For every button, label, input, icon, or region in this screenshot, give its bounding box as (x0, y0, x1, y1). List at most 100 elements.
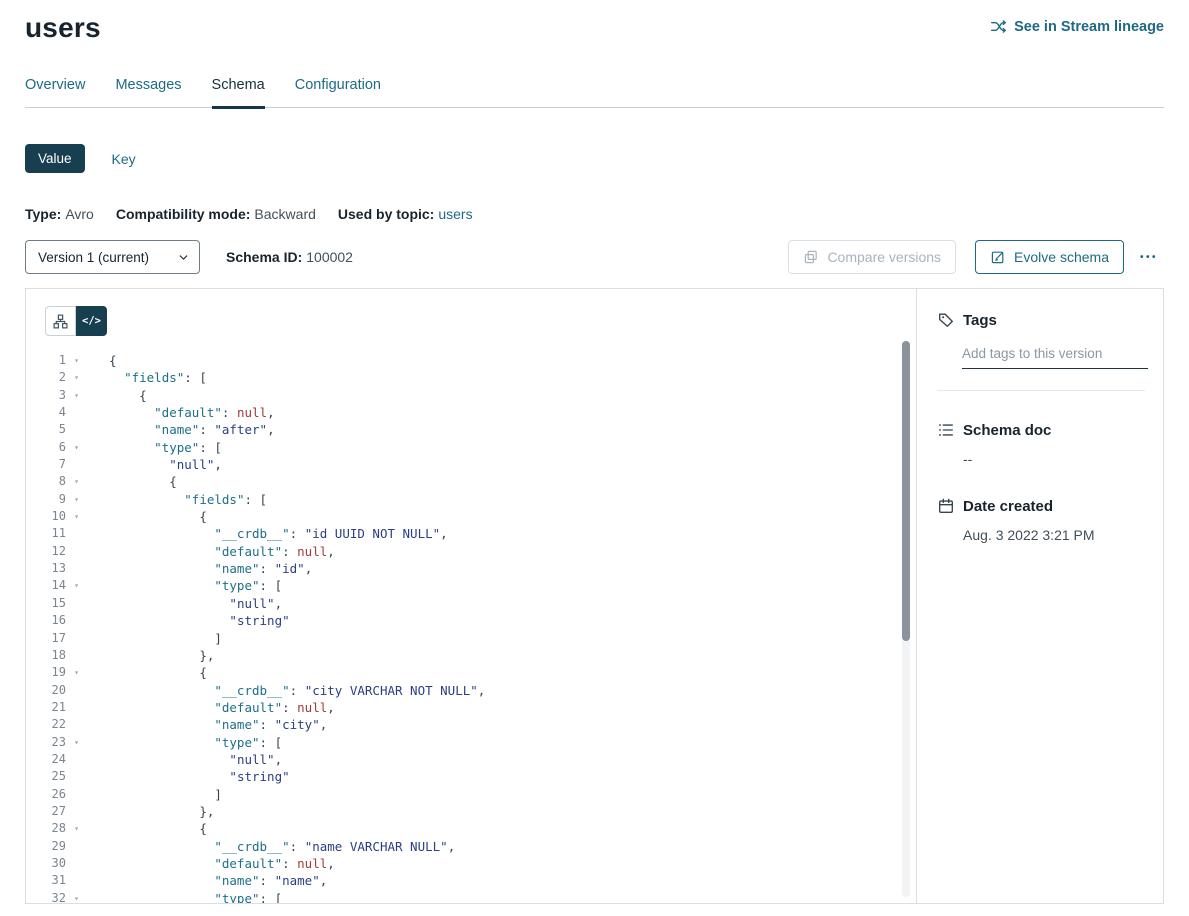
fold-arrow-icon[interactable]: ▾ (66, 734, 87, 751)
fold-arrow-icon[interactable]: ▾ (66, 508, 87, 525)
stream-lineage-link[interactable]: See in Stream lineage (990, 18, 1164, 35)
fold-arrow-icon[interactable]: ▾ (66, 664, 87, 681)
line-number: 10 (26, 508, 66, 525)
code-view-toggle: </> (45, 306, 916, 336)
line-number: 28 (26, 820, 66, 837)
code-line: 22 "name": "city", (26, 716, 916, 733)
code-scrollbar-thumb[interactable] (902, 341, 910, 641)
code-line: 26 ] (26, 786, 916, 803)
line-number: 8 (26, 473, 66, 490)
tags-section: Tags (937, 311, 1145, 391)
code-text: ] (109, 786, 222, 803)
code-line: 7 "null", (26, 456, 916, 473)
fold-spacer (66, 751, 87, 768)
tag-icon (937, 311, 955, 329)
add-tags-input[interactable] (962, 344, 1148, 369)
code-scrollbar[interactable] (902, 341, 910, 897)
code-text: "null", (109, 751, 282, 768)
fold-arrow-icon[interactable]: ▾ (66, 439, 87, 456)
code-text: "string" (109, 768, 290, 785)
line-number: 30 (26, 855, 66, 872)
code-line: 30 "default": null, (26, 855, 916, 872)
code-line: 18 }, (26, 647, 916, 664)
code-text: "name": "after", (109, 421, 275, 438)
schema-doc-title: Schema doc (963, 422, 1051, 439)
schema-id-label: Schema ID: (226, 249, 302, 265)
fold-arrow-icon[interactable]: ▾ (66, 387, 87, 404)
code-line: 17 ] (26, 630, 916, 647)
compare-versions-icon (803, 249, 819, 265)
calendar-icon (937, 497, 955, 515)
code-text: { (109, 508, 207, 525)
code-text: "null", (109, 595, 282, 612)
code-text: "name": "name", (109, 872, 327, 889)
code-text: "type": [ (109, 734, 282, 751)
tab-schema[interactable]: Schema (212, 77, 265, 109)
meta-topic-label: Used by topic: (338, 206, 434, 222)
stream-lineage-label: See in Stream lineage (1014, 19, 1164, 35)
fold-spacer (66, 525, 87, 542)
fold-spacer (66, 838, 87, 855)
fold-arrow-icon[interactable]: ▾ (66, 577, 87, 594)
schema-doc-section: Schema doc -- (937, 421, 1145, 467)
tab-messages[interactable]: Messages (115, 77, 181, 107)
code-text: "__crdb__": "name VARCHAR NULL", (109, 838, 455, 855)
value-toggle-button[interactable]: Value (25, 144, 85, 173)
tree-view-icon (52, 313, 69, 330)
tab-configuration[interactable]: Configuration (295, 77, 381, 107)
code-view-button[interactable]: </> (76, 306, 107, 336)
tree-view-button[interactable] (45, 306, 76, 336)
meta-type: Type:Avro (25, 206, 94, 222)
code-text: "type": [ (109, 577, 282, 594)
fold-spacer (66, 560, 87, 577)
compare-versions-button[interactable]: Compare versions (788, 240, 956, 274)
code-text: "type": [ (109, 890, 282, 903)
code-text: { (109, 387, 147, 404)
fold-arrow-icon[interactable]: ▾ (66, 369, 87, 386)
fold-arrow-icon[interactable]: ▾ (66, 820, 87, 837)
code-line: 24 "null", (26, 751, 916, 768)
schema-id-value: 100002 (306, 249, 353, 265)
code-text: "fields": [ (109, 491, 267, 508)
fold-spacer (66, 768, 87, 785)
code-line: 4 "default": null, (26, 404, 916, 421)
line-number: 16 (26, 612, 66, 629)
code-text: "null", (109, 456, 222, 473)
evolve-schema-button[interactable]: Evolve schema (975, 240, 1124, 274)
line-number: 23 (26, 734, 66, 751)
schema-doc-value: -- (963, 451, 1145, 467)
chevron-down-icon (177, 251, 190, 264)
meta-type-value: Avro (65, 206, 94, 222)
code-line: 19▾ { (26, 664, 916, 681)
schema-doc-icon (937, 421, 955, 439)
tab-overview[interactable]: Overview (25, 77, 85, 107)
schema-id: Schema ID:100002 (226, 249, 353, 265)
line-number: 27 (26, 803, 66, 820)
code-line: 6▾ "type": [ (26, 439, 916, 456)
fold-spacer (66, 595, 87, 612)
fold-arrow-icon[interactable]: ▾ (66, 491, 87, 508)
code-line: 25 "string" (26, 768, 916, 785)
line-number: 29 (26, 838, 66, 855)
meta-compatibility: Compatibility mode:Backward (116, 206, 316, 222)
more-options-button[interactable]: ••• (1134, 240, 1164, 274)
key-toggle-button[interactable]: Key (112, 151, 136, 167)
fold-arrow-icon[interactable]: ▾ (66, 352, 87, 369)
code-text: "type": [ (109, 439, 222, 456)
line-number: 31 (26, 872, 66, 889)
page: users See in Stream lineage Overview Mes… (0, 0, 1189, 904)
code-text: "default": null, (109, 404, 275, 421)
topic-link[interactable]: users (438, 206, 472, 222)
schema-sidebar: Tags Schema doc -- (917, 289, 1163, 903)
version-select[interactable]: Version 1 (current) (25, 240, 200, 274)
page-title: users (25, 12, 101, 44)
code-line: 8▾ { (26, 473, 916, 490)
fold-spacer (66, 855, 87, 872)
fold-arrow-icon[interactable]: ▾ (66, 890, 87, 903)
code-line: 5 "name": "after", (26, 421, 916, 438)
code-text: "__crdb__": "city VARCHAR NOT NULL", (109, 682, 485, 699)
line-number: 2 (26, 369, 66, 386)
code-line: 20 "__crdb__": "city VARCHAR NOT NULL", (26, 682, 916, 699)
fold-arrow-icon[interactable]: ▾ (66, 473, 87, 490)
fold-spacer (66, 786, 87, 803)
